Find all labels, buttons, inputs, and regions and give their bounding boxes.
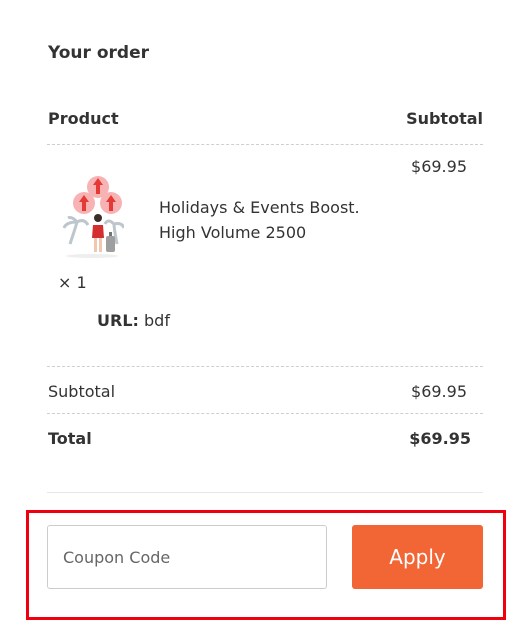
product-name: Holidays & Events Boost. High Volume 250… [159, 195, 379, 245]
product-name-line-2: High Volume 2500 [159, 223, 307, 242]
subtotal-label: Subtotal [48, 382, 116, 401]
total-value: $69.95 [409, 429, 471, 448]
order-heading: Your order [48, 43, 149, 63]
divider [47, 144, 483, 145]
total-label: Total [48, 429, 92, 448]
product-quantity: × 1 [58, 273, 87, 292]
product-meta: URL: bdf [97, 311, 170, 330]
meta-value: bdf [144, 311, 170, 330]
product-name-line-1: Holidays & Events Boost. [159, 198, 360, 217]
coupon-code-input[interactable] [47, 525, 327, 589]
apply-coupon-button[interactable]: Apply [352, 525, 483, 589]
divider [47, 413, 483, 414]
meta-label: URL: [97, 311, 139, 330]
divider [47, 492, 483, 493]
product-illustration-icon [60, 170, 126, 260]
subtotal-value: $69.95 [411, 382, 467, 401]
divider [47, 366, 483, 367]
line-item-price: $69.95 [411, 157, 467, 176]
column-header-product: Product [48, 109, 119, 128]
column-header-subtotal: Subtotal [406, 109, 483, 128]
